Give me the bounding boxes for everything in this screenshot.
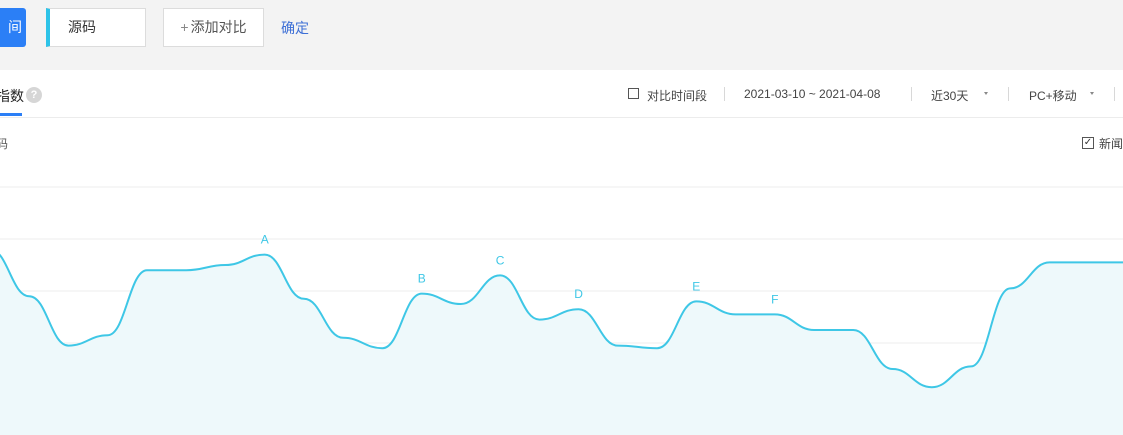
data-point[interactable] bbox=[810, 326, 818, 334]
data-point[interactable] bbox=[928, 383, 936, 391]
news-annotation-a[interactable]: A bbox=[261, 233, 269, 247]
data-point[interactable] bbox=[339, 334, 347, 342]
data-point[interactable] bbox=[104, 331, 112, 339]
data-point[interactable] bbox=[849, 326, 857, 334]
series-area bbox=[0, 254, 1123, 435]
data-point[interactable] bbox=[1085, 258, 1093, 266]
data-point[interactable] bbox=[732, 310, 740, 318]
data-point[interactable] bbox=[771, 310, 779, 318]
data-point[interactable] bbox=[535, 316, 543, 324]
data-point[interactable] bbox=[300, 295, 308, 303]
data-point[interactable] bbox=[889, 365, 897, 373]
data-point[interactable] bbox=[496, 271, 504, 279]
data-point[interactable] bbox=[614, 342, 622, 350]
data-point[interactable] bbox=[65, 342, 73, 350]
data-point[interactable] bbox=[261, 251, 269, 259]
news-annotation-f[interactable]: F bbox=[771, 292, 778, 306]
news-annotation-c[interactable]: C bbox=[496, 253, 505, 267]
news-annotation-b[interactable]: B bbox=[418, 272, 426, 286]
data-point[interactable] bbox=[967, 362, 975, 370]
data-point[interactable] bbox=[182, 266, 190, 274]
data-point[interactable] bbox=[221, 261, 229, 269]
data-point[interactable] bbox=[653, 344, 661, 352]
data-point[interactable] bbox=[143, 266, 151, 274]
data-point[interactable] bbox=[692, 297, 700, 305]
index-trend-chart: A B C D E F bbox=[0, 186, 1123, 435]
data-point[interactable] bbox=[575, 305, 583, 313]
data-point[interactable] bbox=[418, 290, 426, 298]
news-annotation-e[interactable]: E bbox=[692, 279, 700, 293]
data-point[interactable] bbox=[1046, 258, 1054, 266]
data-point[interactable] bbox=[1006, 284, 1014, 292]
data-point[interactable] bbox=[457, 300, 465, 308]
news-annotation-d[interactable]: D bbox=[574, 287, 583, 301]
data-point[interactable] bbox=[378, 344, 386, 352]
data-point[interactable] bbox=[25, 292, 33, 300]
